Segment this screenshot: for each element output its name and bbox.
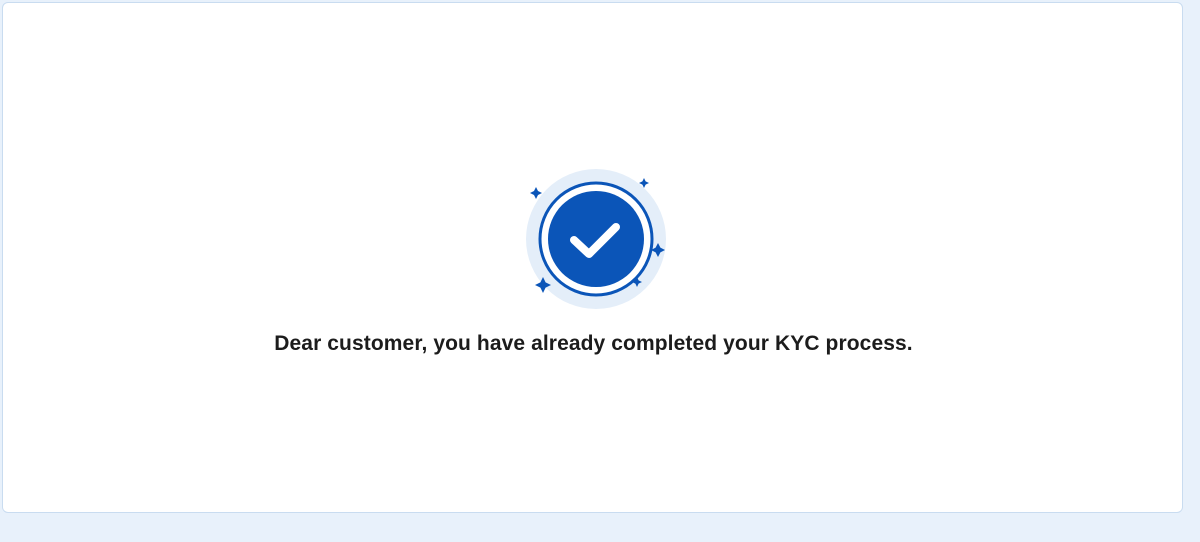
card-content: Dear customer, you have already complete…	[3, 3, 1182, 512]
verified-badge-graphic	[526, 169, 666, 309]
page-scrollbar[interactable]	[1186, 2, 1198, 513]
page: Dear customer, you have already complete…	[0, 0, 1200, 542]
verified-check-icon	[522, 165, 670, 313]
badge-disc	[548, 191, 644, 287]
kyc-status-card: Dear customer, you have already complete…	[2, 2, 1183, 513]
kyc-completed-message: Dear customer, you have already complete…	[274, 332, 913, 355]
